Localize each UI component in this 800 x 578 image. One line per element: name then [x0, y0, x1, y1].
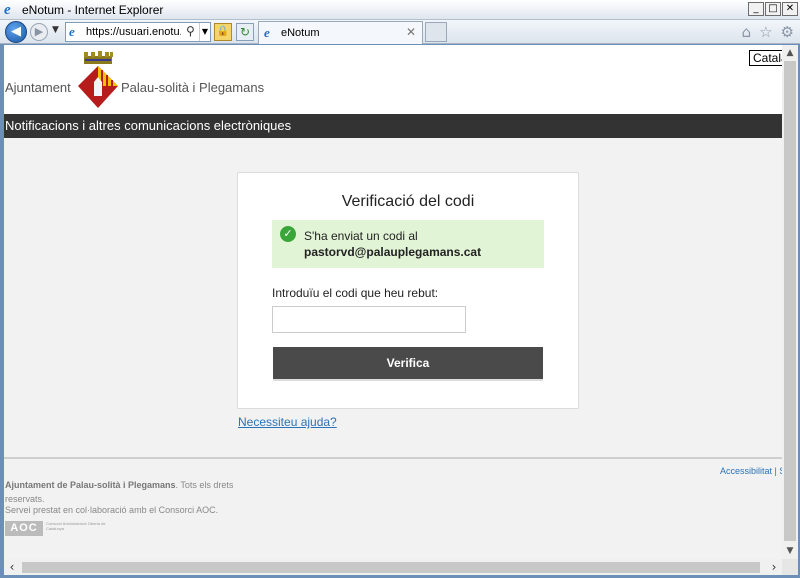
footer-org-name: Ajuntament de Palau-solità i Plegamans: [5, 480, 176, 490]
vertical-scroll-thumb[interactable]: [784, 61, 796, 541]
aoc-logo-text: Consorci Administració Oberta de Catalun…: [46, 521, 106, 531]
verify-button[interactable]: Verifica: [273, 347, 543, 381]
ie-icon: e: [4, 2, 11, 18]
scroll-left-icon[interactable]: ‹: [4, 559, 20, 575]
code-label: Introduïu el codi que heu rebut:: [272, 286, 439, 300]
site-subheader: Notificacions i altres comunicacions ele…: [4, 114, 782, 138]
address-text[interactable]: https://usuari.enotu...: [86, 26, 181, 38]
verification-card: Verificació del codi ✓ S'ha enviat un co…: [237, 172, 579, 409]
minimize-button[interactable]: _: [748, 2, 764, 16]
window-title: eNotum - Internet Explorer: [22, 3, 164, 17]
page-viewport: Català Ajuntament Palau-solità i Plegama…: [4, 45, 782, 559]
search-icon[interactable]: ⚲: [186, 24, 195, 38]
lock-icon[interactable]: 🔒: [214, 23, 232, 41]
ie-icon: e: [69, 24, 75, 39]
scroll-down-icon[interactable]: ▼: [782, 543, 798, 559]
scroll-right-icon[interactable]: ›: [766, 559, 782, 575]
window-controls: _ □ ✕: [748, 2, 798, 16]
brand-ajuntament: Ajuntament: [5, 80, 71, 95]
forward-arrow-icon[interactable]: ▶: [30, 23, 48, 41]
scroll-up-icon[interactable]: ▲: [782, 45, 798, 61]
help-link[interactable]: Necessiteu ajuda?: [238, 415, 337, 429]
alert-message: S'ha enviat un codi al: [304, 229, 418, 243]
maximize-button[interactable]: □: [765, 2, 781, 16]
refresh-icon[interactable]: ↻: [236, 23, 254, 41]
close-window-button[interactable]: ✕: [782, 2, 798, 16]
address-dropdown-icon[interactable]: ▼: [199, 23, 210, 41]
tab-label: eNotum: [281, 27, 320, 39]
vertical-scrollbar[interactable]: ▲ ▼: [782, 45, 798, 559]
language-select[interactable]: Català: [749, 50, 782, 66]
check-circle-icon: ✓: [280, 226, 296, 242]
card-title: Verificació del codi: [341, 193, 475, 210]
alert-email: pastorvd@palauplegamans.cat: [304, 245, 482, 259]
settings-gear-icon[interactable]: ⚙: [781, 23, 794, 41]
code-input[interactable]: [272, 306, 466, 333]
browser-navbar: ◀ ▶ ▼ e https://usuari.enotu... ⚲ ▼ 🔒 ↻ …: [0, 20, 800, 44]
home-icon[interactable]: ⌂: [742, 23, 752, 41]
tab-enotum[interactable]: e eNotum ✕: [258, 21, 423, 44]
browser-tools: ⌂ ☆ ⚙: [742, 23, 794, 41]
favorites-star-icon[interactable]: ☆: [759, 23, 772, 41]
crest-icon: [78, 51, 118, 108]
horizontal-scrollbar[interactable]: ‹ ›: [4, 559, 782, 575]
close-icon[interactable]: ✕: [406, 25, 416, 39]
footer-copyright: Ajuntament de Palau-solità i Plegamans. …: [5, 478, 255, 506]
history-dropdown-icon[interactable]: ▼: [52, 25, 59, 35]
scrollbar-corner: [782, 559, 798, 575]
success-alert: ✓ S'ha enviat un codi al pastorvd@palaup…: [272, 220, 544, 268]
page-header: Català Ajuntament Palau-solità i Plegama…: [4, 45, 782, 114]
back-arrow-icon[interactable]: ◀: [5, 21, 27, 43]
ie-icon: e: [264, 25, 270, 40]
horizontal-scroll-thumb[interactable]: [22, 562, 760, 573]
address-bar[interactable]: e https://usuari.enotu... ⚲ ▼: [65, 22, 211, 42]
aoc-logo: AOC: [5, 521, 43, 536]
window-titlebar: e eNotum - Internet Explorer _ □ ✕: [0, 0, 800, 20]
brand-municipality: Palau-solità i Plegamans: [121, 80, 265, 95]
new-tab-button[interactable]: [425, 22, 447, 42]
footer-service: Servei prestat en col·laboració amb el C…: [5, 505, 219, 515]
footer-divider: [4, 457, 782, 459]
accessibility-link[interactable]: Accessibilitat | S: [720, 466, 782, 476]
